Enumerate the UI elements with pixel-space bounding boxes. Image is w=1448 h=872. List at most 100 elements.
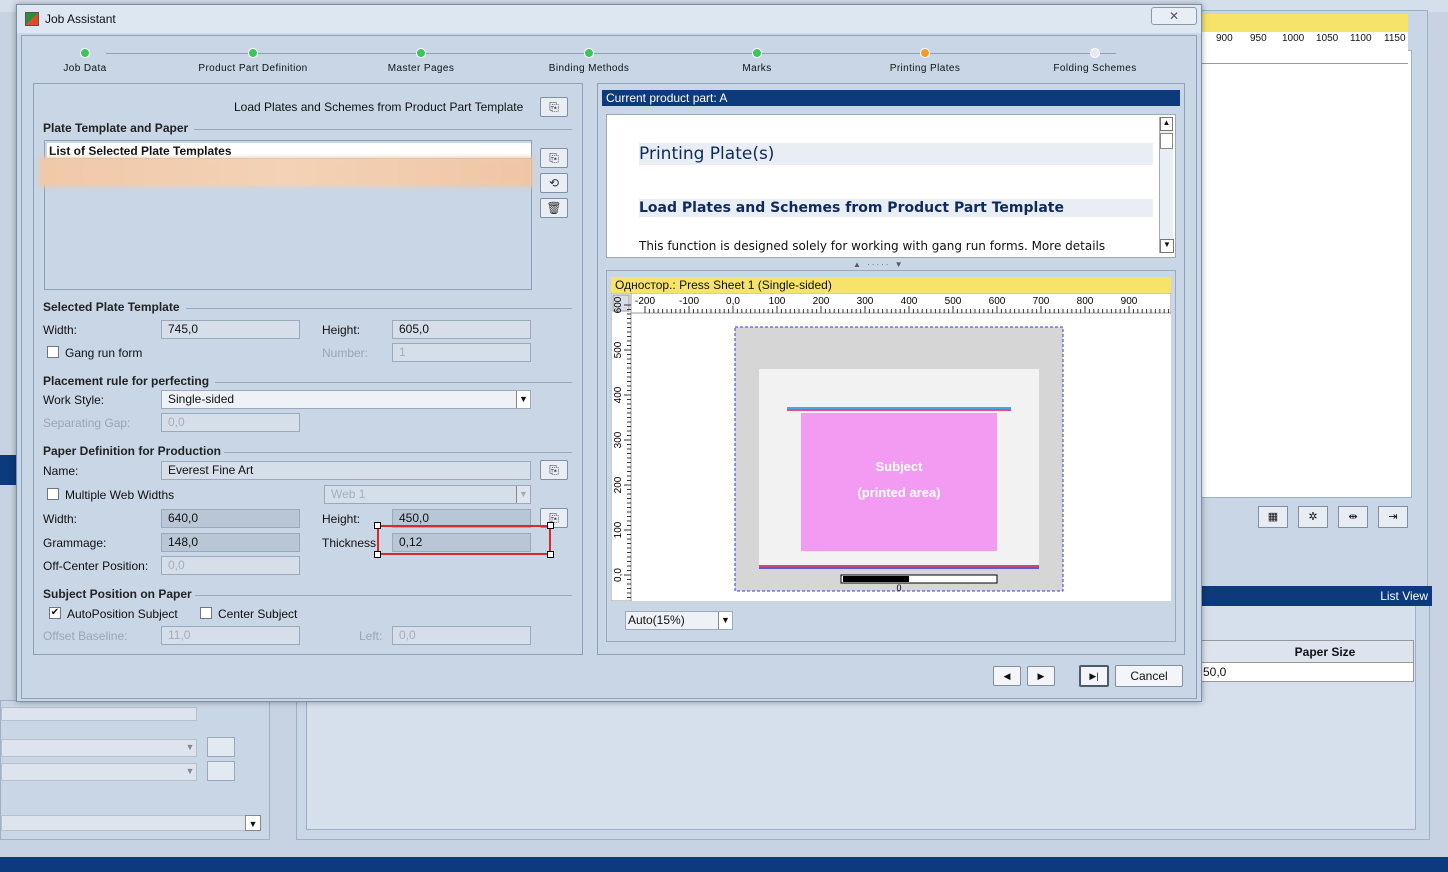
offset-baseline-label: Offset Baseline: (43, 629, 128, 643)
sheet-preview[interactable]: -200 -100 0,0 100 200 300 400 500 600 700 800 900 6… (611, 293, 1171, 601)
ruler-tick: 900 (1216, 33, 1233, 44)
step-product-part-definition[interactable]: Product Part Definition (168, 36, 338, 74)
step-label: Job Data (63, 63, 107, 74)
edit-icon[interactable] (207, 761, 235, 781)
step-dot (80, 48, 90, 58)
gang-run-checkbox[interactable] (47, 346, 59, 358)
step-label: Marks (742, 63, 772, 74)
add-template-button[interactable]: ⎘ (540, 148, 568, 168)
delete-template-button[interactable]: 🗑 (540, 198, 568, 218)
step-binding-methods[interactable]: Binding Methods (504, 36, 674, 74)
paper-name-field[interactable]: Everest Fine Art (161, 461, 531, 480)
scroll-down-icon[interactable]: ▼ (1160, 239, 1174, 253)
x-tick-label: 800 (1077, 296, 1094, 307)
step-dot (584, 48, 594, 58)
load-icon: ⎘ (549, 100, 559, 114)
settings-icon[interactable]: ✲ (1298, 506, 1328, 528)
left-offset-label: Left: (359, 629, 383, 643)
help-scrollbar[interactable]: ▲ ▼ (1159, 117, 1174, 253)
next-button[interactable]: ▶ (1027, 666, 1055, 686)
work-style-select[interactable]: Single-sided ▼ (161, 390, 531, 409)
trash-icon: 🗑 (546, 201, 562, 215)
x-tick-label: -100 (679, 296, 699, 307)
chevron-down-icon[interactable]: ▼ (516, 486, 530, 503)
previous-button[interactable]: ◀ (993, 666, 1021, 686)
step-folding-schemes[interactable]: Folding Schemes (1010, 36, 1180, 74)
measure-icon[interactable]: ⇹ (1338, 506, 1368, 528)
ruler-tick: 1000 (1282, 33, 1305, 44)
step-dot (1090, 48, 1100, 58)
placement-section: Placement rule for perfecting (43, 374, 210, 388)
paper-width-field[interactable]: 640,0 (161, 509, 300, 528)
add-icon: ⎘ (549, 151, 559, 165)
help-text: This function is designed solely for wor… (639, 239, 1106, 253)
step-dot (248, 48, 258, 58)
step-job-data[interactable]: Job Data (0, 36, 170, 74)
name-label: Name: (43, 464, 79, 478)
paper-browse-button[interactable]: ⎘ (540, 460, 568, 480)
replace-template-button[interactable]: ⟲ (540, 173, 568, 193)
arrow-right-icon: ▶ (1037, 671, 1045, 681)
grid-icon[interactable]: ▦ (1258, 506, 1288, 528)
grammage-label: Grammage: (43, 536, 107, 550)
work-style-label: Work Style: (43, 393, 105, 407)
scroll-up-icon[interactable]: ▲ (1160, 117, 1173, 131)
chevron-down-icon[interactable]: ▼ (718, 612, 732, 629)
swap-icon: ⟲ (548, 176, 560, 190)
finish-button[interactable]: ▶| (1079, 665, 1109, 687)
export-icon[interactable]: ⇥ (1378, 506, 1408, 528)
multiple-web-label: Multiple Web Widths (65, 488, 175, 502)
scroll-thumb[interactable] (1160, 133, 1173, 149)
paper-height-label: Height: (322, 512, 361, 526)
x-tick-label: 500 (945, 296, 962, 307)
chevron-down-icon[interactable]: ▼ (516, 391, 530, 408)
cancel-button[interactable]: Cancel (1115, 665, 1183, 687)
grammage-field[interactable]: 148,0 (161, 533, 300, 552)
browse-icon: ⎘ (549, 463, 559, 477)
x-tick-label: 0,0 (726, 296, 740, 307)
edit-icon[interactable] (207, 737, 235, 757)
web-value: Web 1 (331, 487, 366, 501)
y-tick-label: 400 (613, 386, 624, 403)
plate-template-list[interactable]: List of Selected Plate Templates (39, 140, 533, 290)
multiple-web-checkbox[interactable] (47, 488, 59, 500)
plate-width-field[interactable]: 745,0 (161, 320, 300, 339)
list-view-bar[interactable]: List View (1200, 586, 1432, 606)
offcenter-field[interactable]: 0,0 (161, 556, 300, 575)
load-template-button[interactable]: ⎘ (540, 97, 568, 117)
dialog-title: Job Assistant (45, 12, 116, 26)
skip-end-icon: ▶| (1089, 671, 1099, 681)
close-button[interactable]: ✕ (1151, 7, 1197, 25)
step-dot (416, 48, 426, 58)
autoposition-checkbox[interactable]: ✔ (49, 607, 61, 619)
step-label: Printing Plates (889, 63, 961, 74)
thickness-label: Thickness: (322, 536, 380, 550)
splitter-handle[interactable]: ▲ ····· ▼ (853, 260, 905, 269)
step-marks[interactable]: Marks (672, 36, 842, 74)
number-field[interactable]: 1 (392, 343, 531, 362)
background-canvas (1200, 50, 1412, 498)
center-subject-checkbox[interactable] (200, 607, 212, 619)
plate-settings-panel: Load Plates and Schemes from Product Par… (33, 83, 583, 655)
step-printing-plates[interactable]: Printing Plates (840, 36, 1010, 74)
plate-height-field[interactable]: 605,0 (392, 320, 531, 339)
web-select[interactable]: Web 1 ▼ (324, 485, 531, 504)
left-offset-field[interactable]: 0,0 (392, 626, 531, 645)
table-header: Paper Size (1197, 641, 1413, 663)
offset-baseline-field[interactable]: 11,0 (161, 626, 300, 645)
y-tick-label: 200 (613, 476, 624, 493)
x-tick-label: 100 (769, 296, 786, 307)
center-subject-label: Center Subject (218, 607, 298, 621)
x-tick-label: 900 (1121, 296, 1138, 307)
selection-highlight (374, 522, 554, 558)
step-master-pages[interactable]: Master Pages (336, 36, 506, 74)
ruler-tick: 950 (1250, 33, 1267, 44)
gap-field[interactable]: 0,0 (161, 413, 300, 432)
x-tick-label: 300 (857, 296, 874, 307)
step-dot (920, 48, 930, 58)
list-view-label: List View (1380, 589, 1428, 603)
selected-plate-section: Selected Plate Template (43, 300, 180, 314)
offcenter-label: Off-Center Position: (43, 559, 149, 573)
selected-list-item[interactable] (39, 157, 533, 187)
zoom-select[interactable]: Auto(15%) ▼ (625, 611, 733, 630)
